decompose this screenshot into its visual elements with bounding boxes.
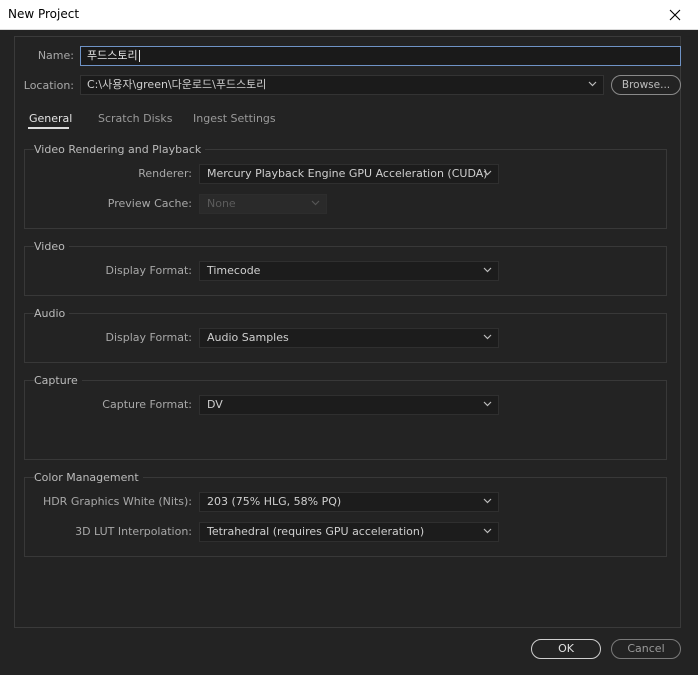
color-management-group <box>24 477 667 557</box>
active-tab-indicator <box>28 127 69 129</box>
video-display-format-value: Timecode <box>207 264 261 277</box>
location-dropdown[interactable]: C:\사용자\green\다운로드\푸드스토리 <box>80 75 604 95</box>
chevron-down-icon <box>483 267 492 273</box>
preview-cache-select: None <box>199 194 327 214</box>
chevron-down-icon <box>483 498 492 504</box>
audio-display-format-value: Audio Samples <box>207 331 289 344</box>
chevron-down-icon <box>483 334 492 340</box>
hdr-graphics-white-select[interactable]: 203 (75% HLG, 58% PQ) <box>199 492 499 512</box>
capture-group <box>24 380 667 460</box>
hdr-graphics-white-label: HDR Graphics White (Nits): <box>42 495 192 508</box>
browse-button[interactable]: Browse... <box>611 75 681 95</box>
capture-format-select[interactable]: DV <box>199 395 499 415</box>
window-title: New Project <box>8 7 80 21</box>
close-button[interactable] <box>652 0 698 30</box>
video-rendering-group <box>24 149 667 229</box>
tab-scratch-disks[interactable]: Scratch Disks <box>98 112 172 125</box>
preview-cache-label: Preview Cache: <box>107 197 192 210</box>
chevron-down-icon <box>483 401 492 407</box>
lut-interpolation-select[interactable]: Tetrahedral (requires GPU acceleration) <box>199 522 499 542</box>
text-caret <box>138 50 140 62</box>
video-display-format-select[interactable]: Timecode <box>199 261 499 281</box>
video-title: Video <box>34 240 69 253</box>
audio-display-format-select[interactable]: Audio Samples <box>199 328 499 348</box>
location-label: Location: <box>23 79 74 92</box>
ok-button[interactable]: OK <box>531 639 601 659</box>
capture-title: Capture <box>34 374 82 387</box>
close-icon <box>669 9 681 21</box>
renderer-label: Renderer: <box>138 167 192 180</box>
title-bar: New Project <box>0 0 698 30</box>
name-label: Name: <box>37 49 74 62</box>
capture-format-value: DV <box>207 398 223 411</box>
audio-title: Audio <box>34 307 70 320</box>
tab-ingest-settings[interactable]: Ingest Settings <box>193 112 276 125</box>
chevron-down-icon <box>483 170 492 176</box>
renderer-value: Mercury Playback Engine GPU Acceleration… <box>207 167 488 180</box>
audio-display-format-label: Display Format: <box>105 331 192 344</box>
color-management-title: Color Management <box>34 471 143 484</box>
name-input[interactable]: 푸드스토리 <box>80 46 681 66</box>
hdr-graphics-white-value: 203 (75% HLG, 58% PQ) <box>207 495 342 508</box>
chevron-down-icon <box>588 81 597 87</box>
lut-interpolation-label: 3D LUT Interpolation: <box>75 525 192 538</box>
capture-format-label: Capture Format: <box>102 398 192 411</box>
video-display-format-label: Display Format: <box>105 264 192 277</box>
video-rendering-title: Video Rendering and Playback <box>34 143 206 156</box>
tab-general[interactable]: General <box>29 112 72 125</box>
preview-cache-value: None <box>207 197 236 210</box>
location-value: C:\사용자\green\다운로드\푸드스토리 <box>87 78 267 91</box>
name-value: 푸드스토리 <box>87 49 138 62</box>
cancel-button[interactable]: Cancel <box>611 639 681 659</box>
chevron-down-icon <box>483 528 492 534</box>
lut-interpolation-value: Tetrahedral (requires GPU acceleration) <box>207 525 425 538</box>
renderer-select[interactable]: Mercury Playback Engine GPU Acceleration… <box>199 164 499 184</box>
chevron-down-icon <box>311 200 320 206</box>
